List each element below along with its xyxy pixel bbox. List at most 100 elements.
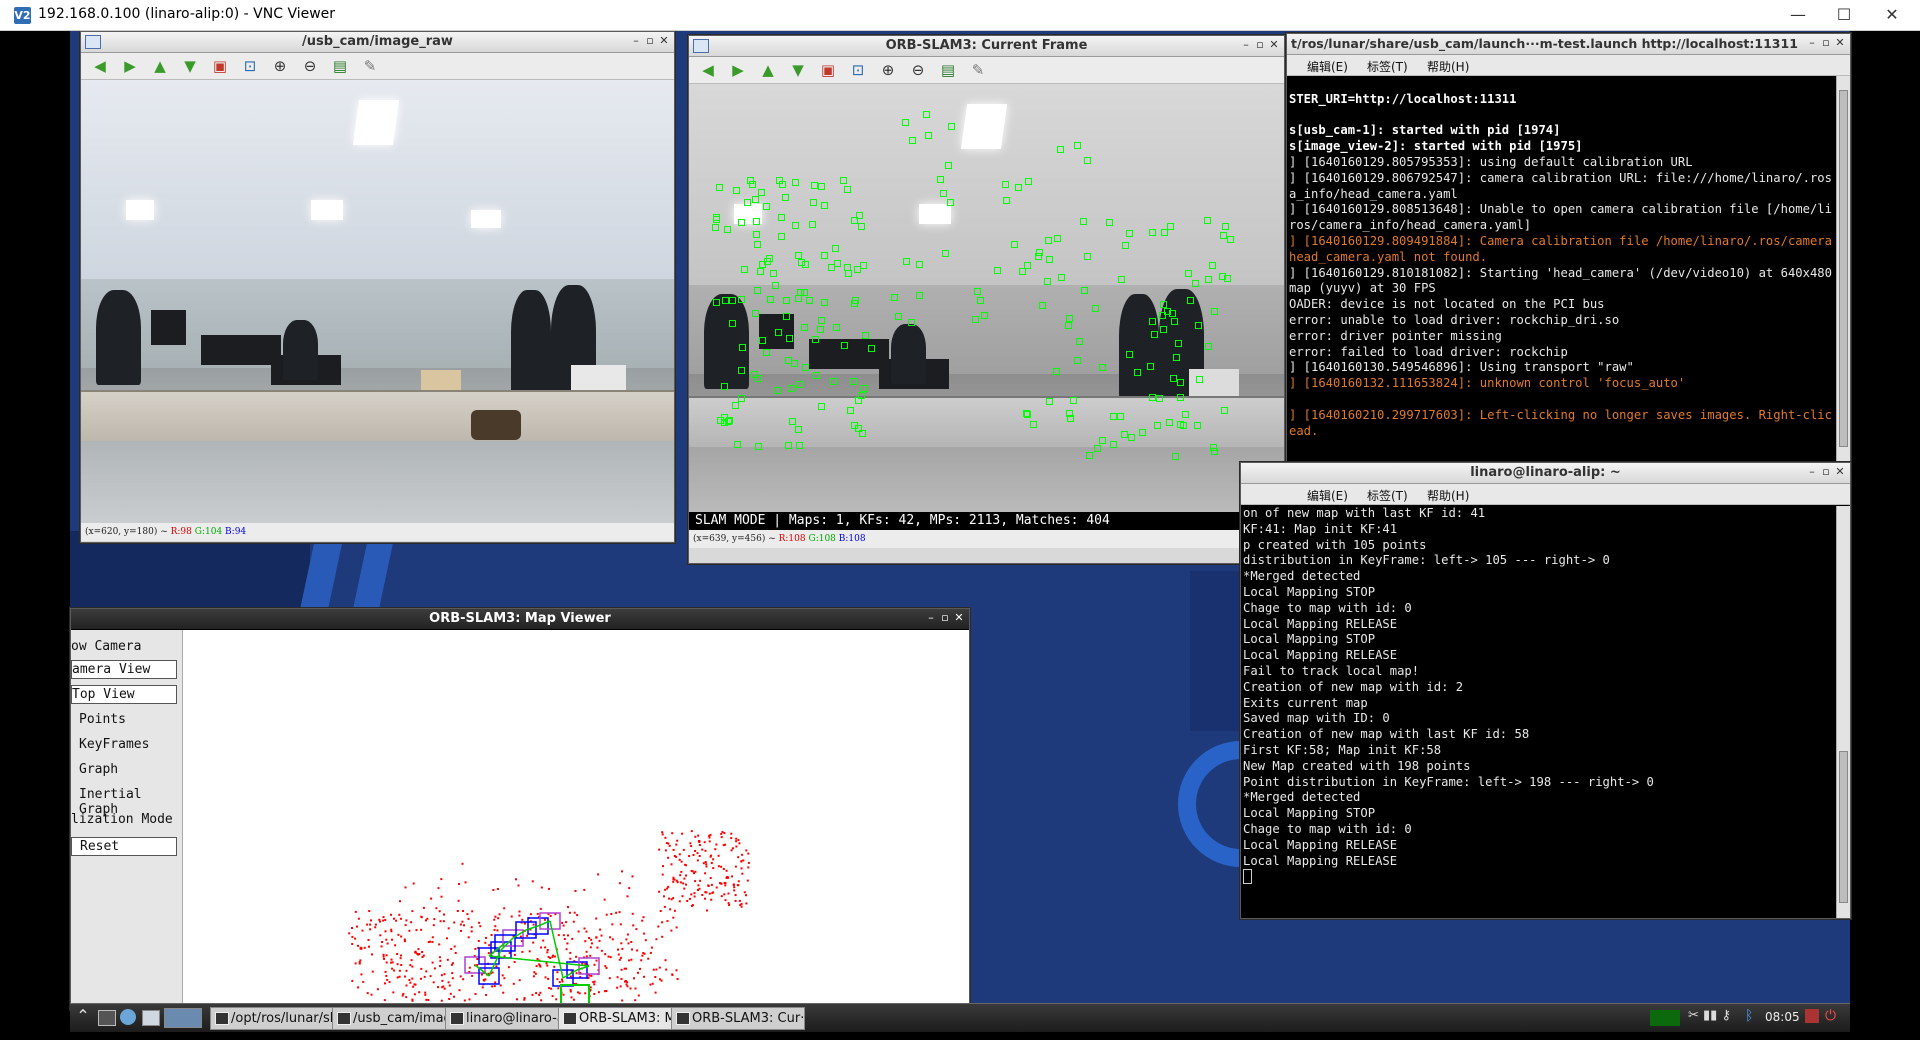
show-keyframes-option[interactable]: KeyFrames bbox=[79, 737, 149, 752]
close-icon[interactable]: ✕ bbox=[953, 611, 965, 624]
brush-icon[interactable]: ✎ bbox=[359, 56, 381, 76]
menu-help[interactable]: 帮助(H) bbox=[1427, 58, 1469, 75]
current-frame-titlebar[interactable]: ORB-SLAM3: Current Frame – ▫ ✕ bbox=[689, 36, 1284, 57]
taskbar-task[interactable]: /opt/ros/lunar/sh··· bbox=[210, 1007, 348, 1030]
arrow-down-icon[interactable]: ▼ bbox=[179, 56, 201, 76]
minimize-icon[interactable]: – bbox=[1240, 38, 1252, 51]
reset-button[interactable]: Reset bbox=[71, 837, 177, 856]
fit-icon[interactable]: ⊡ bbox=[239, 56, 261, 76]
map-point bbox=[735, 837, 738, 840]
minimize-icon[interactable]: – bbox=[1806, 465, 1818, 478]
terminal-bottom-titlebar[interactable]: linaro@linaro-alip: ~ – ▫ ✕ bbox=[1241, 463, 1850, 484]
current-frame-window[interactable]: ORB-SLAM3: Current Frame – ▫ ✕ ◀ ▶ ▲ ▼ ▣… bbox=[688, 35, 1285, 564]
map-viewer-title: ORB-SLAM3: Map Viewer bbox=[429, 611, 611, 626]
terminal-line: Local Mapping RELEASE bbox=[1243, 853, 1398, 868]
minimize-icon[interactable]: – bbox=[630, 34, 642, 47]
maximize-icon[interactable]: ▫ bbox=[1254, 38, 1266, 51]
map-viewer-titlebar[interactable]: ORB-SLAM3: Map Viewer – ▫ ✕ bbox=[71, 609, 969, 630]
slam-frame-image[interactable]: SLAM MODE | Maps: 1, KFs: 42, MPs: 2113,… bbox=[689, 84, 1284, 530]
terminal-top-scrollbar[interactable] bbox=[1836, 76, 1850, 463]
keypoint-marker bbox=[721, 419, 728, 426]
map-point bbox=[454, 952, 457, 954]
map-point bbox=[448, 984, 451, 987]
map-point bbox=[463, 999, 466, 1002]
image-raw-window[interactable]: /usb_cam/image_raw – ▫ ✕ ◀ ▶ ▲ ▼ ▣ ⊡ ⊕ ⊖… bbox=[80, 31, 675, 543]
arrow-right-icon[interactable]: ▶ bbox=[727, 60, 749, 80]
taskbar-task[interactable]: ORB-SLAM3: Cur··· bbox=[671, 1007, 805, 1030]
show-graph-option[interactable]: Graph bbox=[79, 762, 118, 777]
vnc-maximize-button[interactable]: ☐ bbox=[1822, 2, 1866, 28]
menu-tabs[interactable]: 标签(T) bbox=[1367, 487, 1408, 504]
map-point bbox=[569, 951, 572, 954]
save-icon[interactable]: ▤ bbox=[329, 56, 351, 76]
power-icon[interactable]: ⏻ bbox=[1825, 1008, 1836, 1024]
zoom-out-icon[interactable]: ⊖ bbox=[907, 60, 929, 80]
vnc-close-button[interactable]: ✕ bbox=[1870, 2, 1914, 28]
arrow-right-icon[interactable]: ▶ bbox=[119, 56, 141, 76]
map-point bbox=[395, 919, 398, 922]
arrow-left-icon[interactable]: ◀ bbox=[89, 56, 111, 76]
taskbar-task[interactable]: /usb_cam/image··· bbox=[332, 1007, 462, 1030]
show-desktop-icon[interactable] bbox=[142, 1010, 160, 1026]
image-icon[interactable]: ▣ bbox=[209, 56, 231, 76]
close-icon[interactable]: ✕ bbox=[1834, 465, 1846, 478]
maximize-icon[interactable]: ▫ bbox=[939, 611, 951, 624]
map-point bbox=[631, 948, 633, 951]
taskbar-task[interactable]: ORB-SLAM3: Ma··· bbox=[558, 1007, 688, 1030]
map-point bbox=[490, 934, 493, 936]
workspace-switcher-icon[interactable] bbox=[164, 1008, 202, 1028]
localization-mode-option[interactable]: lization Mode bbox=[71, 812, 173, 827]
shell-terminal-window[interactable]: linaro@linaro-alip: ~ – ▫ ✕ 编辑(E) 标签(T) … bbox=[1240, 462, 1851, 919]
arrow-up-icon[interactable]: ▲ bbox=[757, 60, 779, 80]
camera-image[interactable] bbox=[81, 80, 674, 523]
maximize-icon[interactable]: ▫ bbox=[1820, 465, 1832, 478]
camera-view-button[interactable]: amera View bbox=[71, 660, 177, 679]
terminal-top-titlebar[interactable]: t/ros/lunar/share/usb_cam/launch···m-tes… bbox=[1287, 34, 1850, 55]
remote-screen[interactable]: /usb_cam/image_raw – ▫ ✕ ◀ ▶ ▲ ▼ ▣ ⊡ ⊕ ⊖… bbox=[0, 31, 1920, 1040]
vnc-minimize-button[interactable]: — bbox=[1776, 2, 1820, 28]
save-icon[interactable]: ▤ bbox=[937, 60, 959, 80]
arrow-left-icon[interactable]: ◀ bbox=[697, 60, 719, 80]
clock[interactable]: 08:05 bbox=[1765, 1010, 1800, 1024]
close-icon[interactable]: ✕ bbox=[1834, 36, 1846, 49]
map-point bbox=[663, 895, 665, 898]
close-icon[interactable]: ✕ bbox=[658, 34, 670, 47]
arrow-down-icon[interactable]: ▼ bbox=[787, 60, 809, 80]
image-raw-titlebar[interactable]: /usb_cam/image_raw – ▫ ✕ bbox=[81, 32, 674, 53]
map-point bbox=[370, 919, 372, 922]
follow-camera-option[interactable]: ow Camera bbox=[71, 639, 141, 654]
menu-tabs[interactable]: 标签(T) bbox=[1367, 58, 1408, 75]
map-point bbox=[409, 981, 412, 984]
show-points-option[interactable]: Points bbox=[79, 712, 126, 727]
fit-icon[interactable]: ⊡ bbox=[847, 60, 869, 80]
zoom-out-icon[interactable]: ⊖ bbox=[299, 56, 321, 76]
zoom-in-icon[interactable]: ⊕ bbox=[877, 60, 899, 80]
start-menu-icon[interactable]: ⌃ bbox=[70, 1006, 96, 1030]
menu-edit[interactable]: 编辑(E) bbox=[1307, 487, 1348, 504]
bluetooth-icon[interactable]: ᛒ bbox=[1745, 1008, 1753, 1024]
zoom-in-icon[interactable]: ⊕ bbox=[269, 56, 291, 76]
close-icon[interactable]: ✕ bbox=[1268, 38, 1280, 51]
browser-launcher-icon[interactable] bbox=[120, 1009, 136, 1025]
map-3d-canvas[interactable] bbox=[183, 630, 968, 1009]
menu-help[interactable]: 帮助(H) bbox=[1427, 487, 1469, 504]
image-icon[interactable]: ▣ bbox=[817, 60, 839, 80]
minimize-icon[interactable]: – bbox=[925, 611, 937, 624]
map-point bbox=[683, 887, 686, 890]
terminal-top-output[interactable]: STER_URI=http://localhost:11311 s[usb_cam… bbox=[1287, 76, 1837, 463]
arrow-up-icon[interactable]: ▲ bbox=[149, 56, 171, 76]
terminal-bottom-scrollbar[interactable] bbox=[1836, 506, 1850, 918]
terminal-bottom-output[interactable]: on of new map with last KF id: 41 KF:41: … bbox=[1241, 506, 1837, 918]
maximize-icon[interactable]: ▫ bbox=[644, 34, 656, 47]
terminal-launcher-icon[interactable] bbox=[98, 1010, 116, 1026]
top-view-button[interactable]: Top View bbox=[71, 685, 177, 704]
brush-icon[interactable]: ✎ bbox=[967, 60, 989, 80]
maximize-icon[interactable]: ▫ bbox=[1820, 36, 1832, 49]
map-point bbox=[715, 886, 718, 889]
roslaunch-terminal-window[interactable]: t/ros/lunar/share/usb_cam/launch···m-tes… bbox=[1286, 33, 1851, 464]
menu-edit[interactable]: 编辑(E) bbox=[1307, 58, 1348, 75]
taskbar-task[interactable]: linaro@linaro-ali··· bbox=[445, 1007, 575, 1030]
map-viewer-window[interactable]: ORB-SLAM3: Map Viewer – ▫ ✕ ow Camera am… bbox=[70, 608, 970, 1010]
minimize-icon[interactable]: – bbox=[1806, 36, 1818, 49]
lock-screen-icon[interactable] bbox=[1805, 1009, 1819, 1023]
